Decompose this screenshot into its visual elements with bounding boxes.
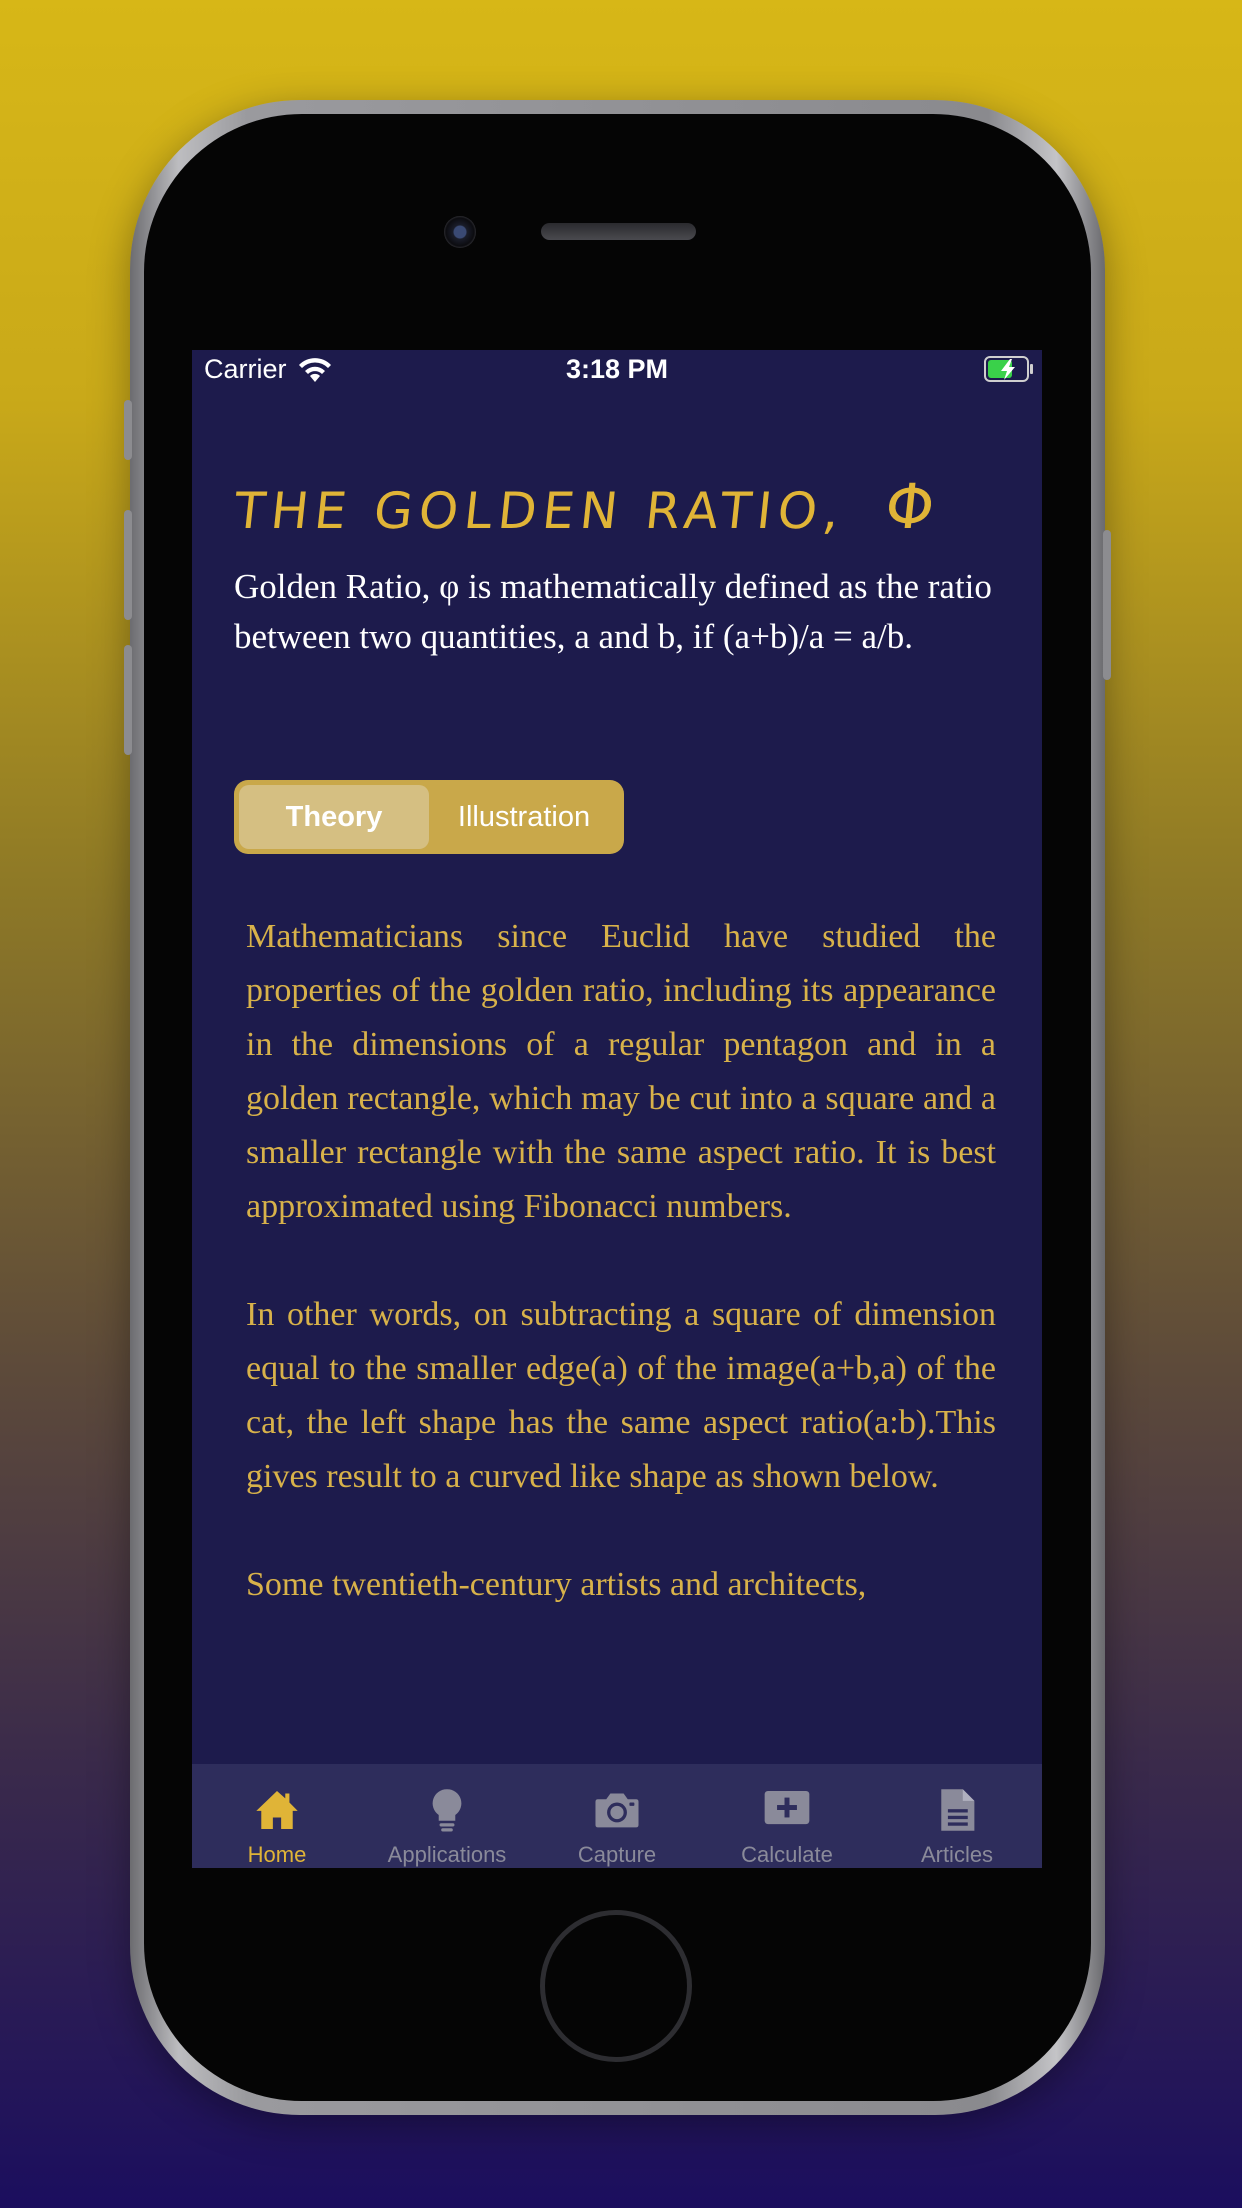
article-paragraph: Some twentieth-century artists and archi… [246, 1566, 867, 1603]
tab-applications[interactable]: Applications [362, 1764, 532, 1868]
tab-label: Calculate [741, 1842, 833, 1867]
tab-label: Applications [387, 1842, 507, 1867]
app-screen: Carrier 3:18 PM THE GOLDEN RATIO, Φ Golde… [192, 350, 1042, 1868]
document-icon [941, 1789, 975, 1831]
tab-capture[interactable]: Capture [532, 1764, 702, 1868]
plus-square-icon [764, 1790, 810, 1825]
home-icon [256, 1790, 298, 1830]
article-body: Mathematicians since Euclid have studied… [246, 910, 996, 1666]
front-camera [444, 216, 476, 248]
phi-symbol: Φ [881, 470, 945, 543]
mute-switch [124, 400, 132, 460]
volume-down-button [124, 645, 132, 755]
volume-up-button [124, 510, 132, 620]
home-button[interactable] [540, 1910, 692, 2062]
status-time: 3:18 PM [565, 354, 669, 384]
tab-label: Capture [577, 1842, 657, 1867]
tab-calculate[interactable]: Calculate [702, 1764, 872, 1868]
status-bar: Carrier 3:18 PM [192, 350, 1042, 390]
segment-illustration[interactable]: Illustration [429, 785, 619, 849]
page-title: THE GOLDEN RATIO, Φ [231, 470, 1019, 543]
battery-charging-icon [984, 356, 1033, 382]
title-text: THE GOLDEN RATIO, [231, 482, 849, 540]
segment-theory[interactable]: Theory [239, 785, 429, 849]
tab-label: Home [247, 1842, 307, 1867]
article-paragraph: Mathematicians since Euclid have studied… [246, 918, 996, 1225]
tab-label: Articles [920, 1842, 994, 1867]
power-button [1103, 530, 1111, 680]
camera-icon [595, 1793, 639, 1828]
earpiece-speaker [541, 223, 696, 240]
lightbulb-icon [432, 1789, 462, 1832]
intro-text: Golden Ratio, φ is mathematically define… [234, 567, 992, 656]
tab-articles[interactable]: Articles [872, 1764, 1042, 1868]
segmented-control: Theory Illustration [234, 780, 624, 854]
tab-bar: Home Applications Capture Calculate Arti… [192, 1764, 1042, 1868]
tab-home[interactable]: Home [192, 1764, 362, 1868]
article-paragraph: In other words, on subtracting a square … [246, 1296, 996, 1495]
